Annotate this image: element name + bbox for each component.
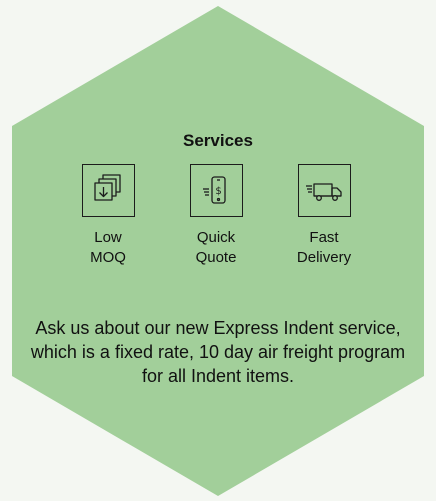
service-low-moq: Low MOQ: [53, 164, 163, 268]
services-title: Services: [183, 131, 253, 150]
service-quick-quote: $ Quick Quote: [161, 164, 271, 268]
delivery-truck-icon: [297, 164, 351, 217]
service-label-low-moq: Low MOQ: [90, 229, 126, 266]
stacked-documents-download-icon: [81, 164, 135, 217]
service-fast-delivery: Fast Delivery: [269, 164, 379, 268]
svg-text:$: $: [215, 186, 221, 197]
phone-dollar-icon: $: [189, 164, 243, 217]
service-label-fast-delivery: Fast Delivery: [296, 229, 352, 266]
service-label-quick-quote: Quick Quote: [195, 229, 237, 266]
services-card: Services Low MOQ $ Quick Quote Fast Deli…: [0, 0, 436, 501]
express-indent-description: Ask us about our new Express Indent serv…: [30, 318, 406, 386]
